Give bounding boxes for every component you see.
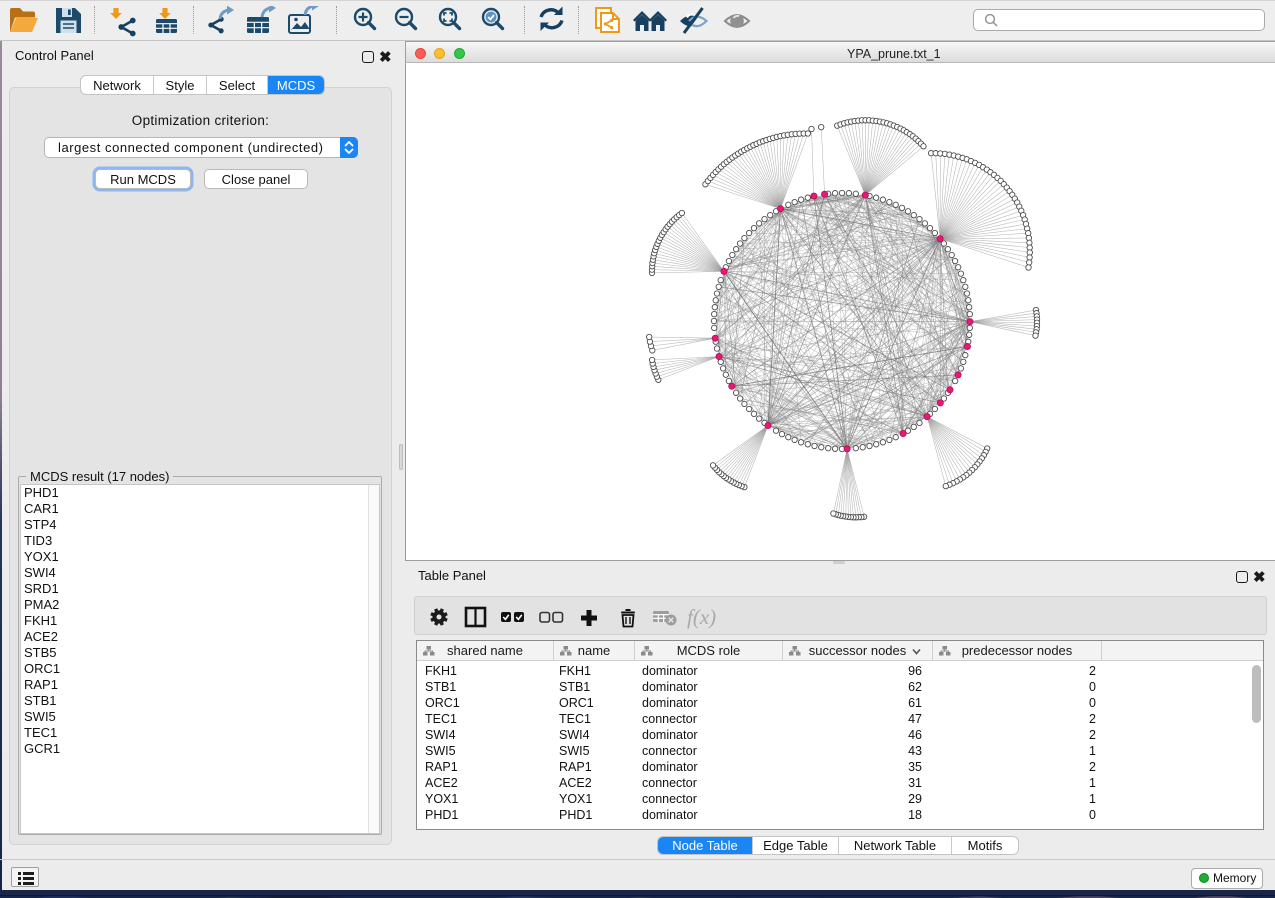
svg-text:f(x): f(x) <box>687 605 716 629</box>
